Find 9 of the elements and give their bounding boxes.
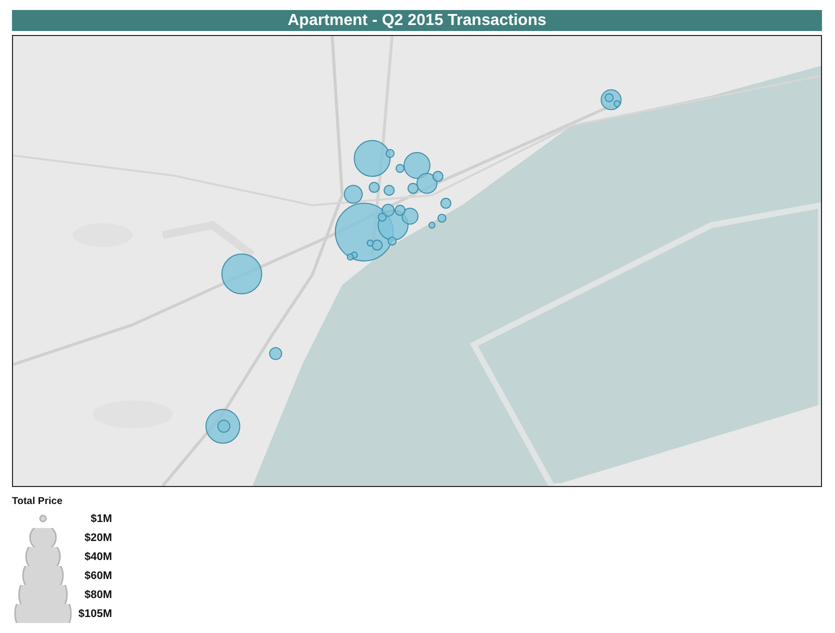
legend-label: $1M: [90, 512, 112, 524]
chart-title: Apartment - Q2 2015 Transactions: [12, 10, 822, 31]
size-circle-icon: [39, 514, 47, 522]
legend-label: $80M: [84, 588, 112, 600]
legend-label: $105M: [78, 608, 112, 620]
legend-title: Total Price: [12, 496, 64, 507]
legend-label: $20M: [84, 532, 112, 544]
legend-label: $40M: [84, 550, 112, 562]
legend-label: $60M: [84, 570, 112, 582]
